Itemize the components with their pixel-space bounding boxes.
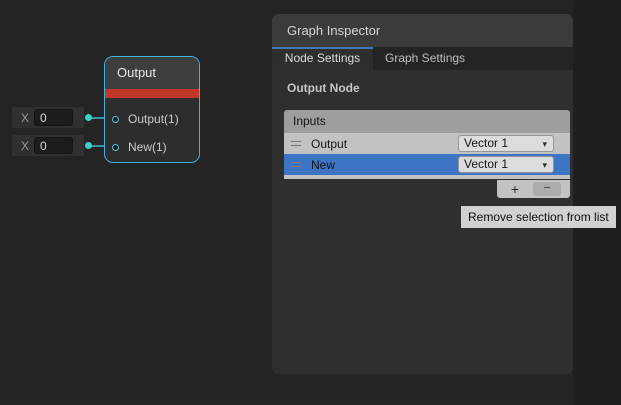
list-item-new[interactable]: New Vector 1 ▾ — [284, 154, 570, 175]
list-rows: Output Vector 1 ▾ New Vector 1 ▾ — [284, 133, 570, 179]
edge-start-dot[interactable] — [85, 142, 92, 149]
list-footer-buttons: + − — [497, 180, 570, 198]
inline-port-input-output: X — [12, 107, 84, 128]
node-title: Output — [105, 57, 199, 89]
drag-handle-icon[interactable] — [291, 141, 301, 146]
add-button[interactable]: + — [497, 181, 533, 197]
tab-graph-settings[interactable]: Graph Settings — [373, 47, 477, 70]
section-title: Output Node — [287, 81, 573, 95]
node-status-bar — [105, 89, 199, 98]
axis-label-x: X — [21, 111, 29, 125]
remove-button[interactable]: − — [533, 182, 561, 196]
tab-node-settings[interactable]: Node Settings — [272, 47, 373, 70]
graph-canvas[interactable]: X X Output Output(1) New(1) Graph Inspec… — [0, 0, 621, 405]
value-field-new[interactable] — [34, 137, 73, 154]
list-item-output[interactable]: Output Vector 1 ▾ — [284, 133, 570, 154]
port-icon[interactable] — [112, 116, 119, 123]
row-label: New — [311, 158, 335, 172]
tooltip: Remove selection from list — [461, 206, 616, 228]
chevron-down-icon: ▾ — [542, 137, 547, 152]
window-edge-strip — [573, 0, 621, 405]
value-field-output[interactable] — [34, 109, 73, 126]
row-label: Output — [311, 137, 347, 151]
graph-inspector-panel: Graph Inspector Node Settings Graph Sett… — [272, 14, 573, 374]
port-label: New(1) — [128, 140, 167, 154]
inputs-reorderable-list: Inputs Output Vector 1 ▾ New Vector 1 ▾ — [284, 110, 570, 201]
list-footer: + − — [284, 179, 570, 201]
panel-title[interactable]: Graph Inspector — [272, 14, 573, 47]
node-port-list: Output(1) New(1) — [105, 98, 199, 161]
port-row: Output(1) — [105, 105, 199, 133]
drag-handle-icon[interactable] — [291, 162, 301, 167]
dropdown-value: Vector 1 — [464, 136, 508, 150]
port-label: Output(1) — [128, 112, 179, 126]
list-header: Inputs — [284, 110, 570, 133]
chevron-down-icon: ▾ — [542, 158, 547, 173]
type-dropdown[interactable]: Vector 1 ▾ — [458, 135, 554, 152]
inline-port-input-new: X — [12, 135, 84, 156]
dropdown-value: Vector 1 — [464, 157, 508, 171]
port-row: New(1) — [105, 133, 199, 161]
output-node[interactable]: Output Output(1) New(1) — [104, 56, 200, 163]
port-icon[interactable] — [112, 144, 119, 151]
axis-label-x: X — [21, 139, 29, 153]
type-dropdown[interactable]: Vector 1 ▾ — [458, 156, 554, 173]
edge-start-dot[interactable] — [85, 114, 92, 121]
inspector-tabbar: Node Settings Graph Settings — [272, 47, 573, 70]
